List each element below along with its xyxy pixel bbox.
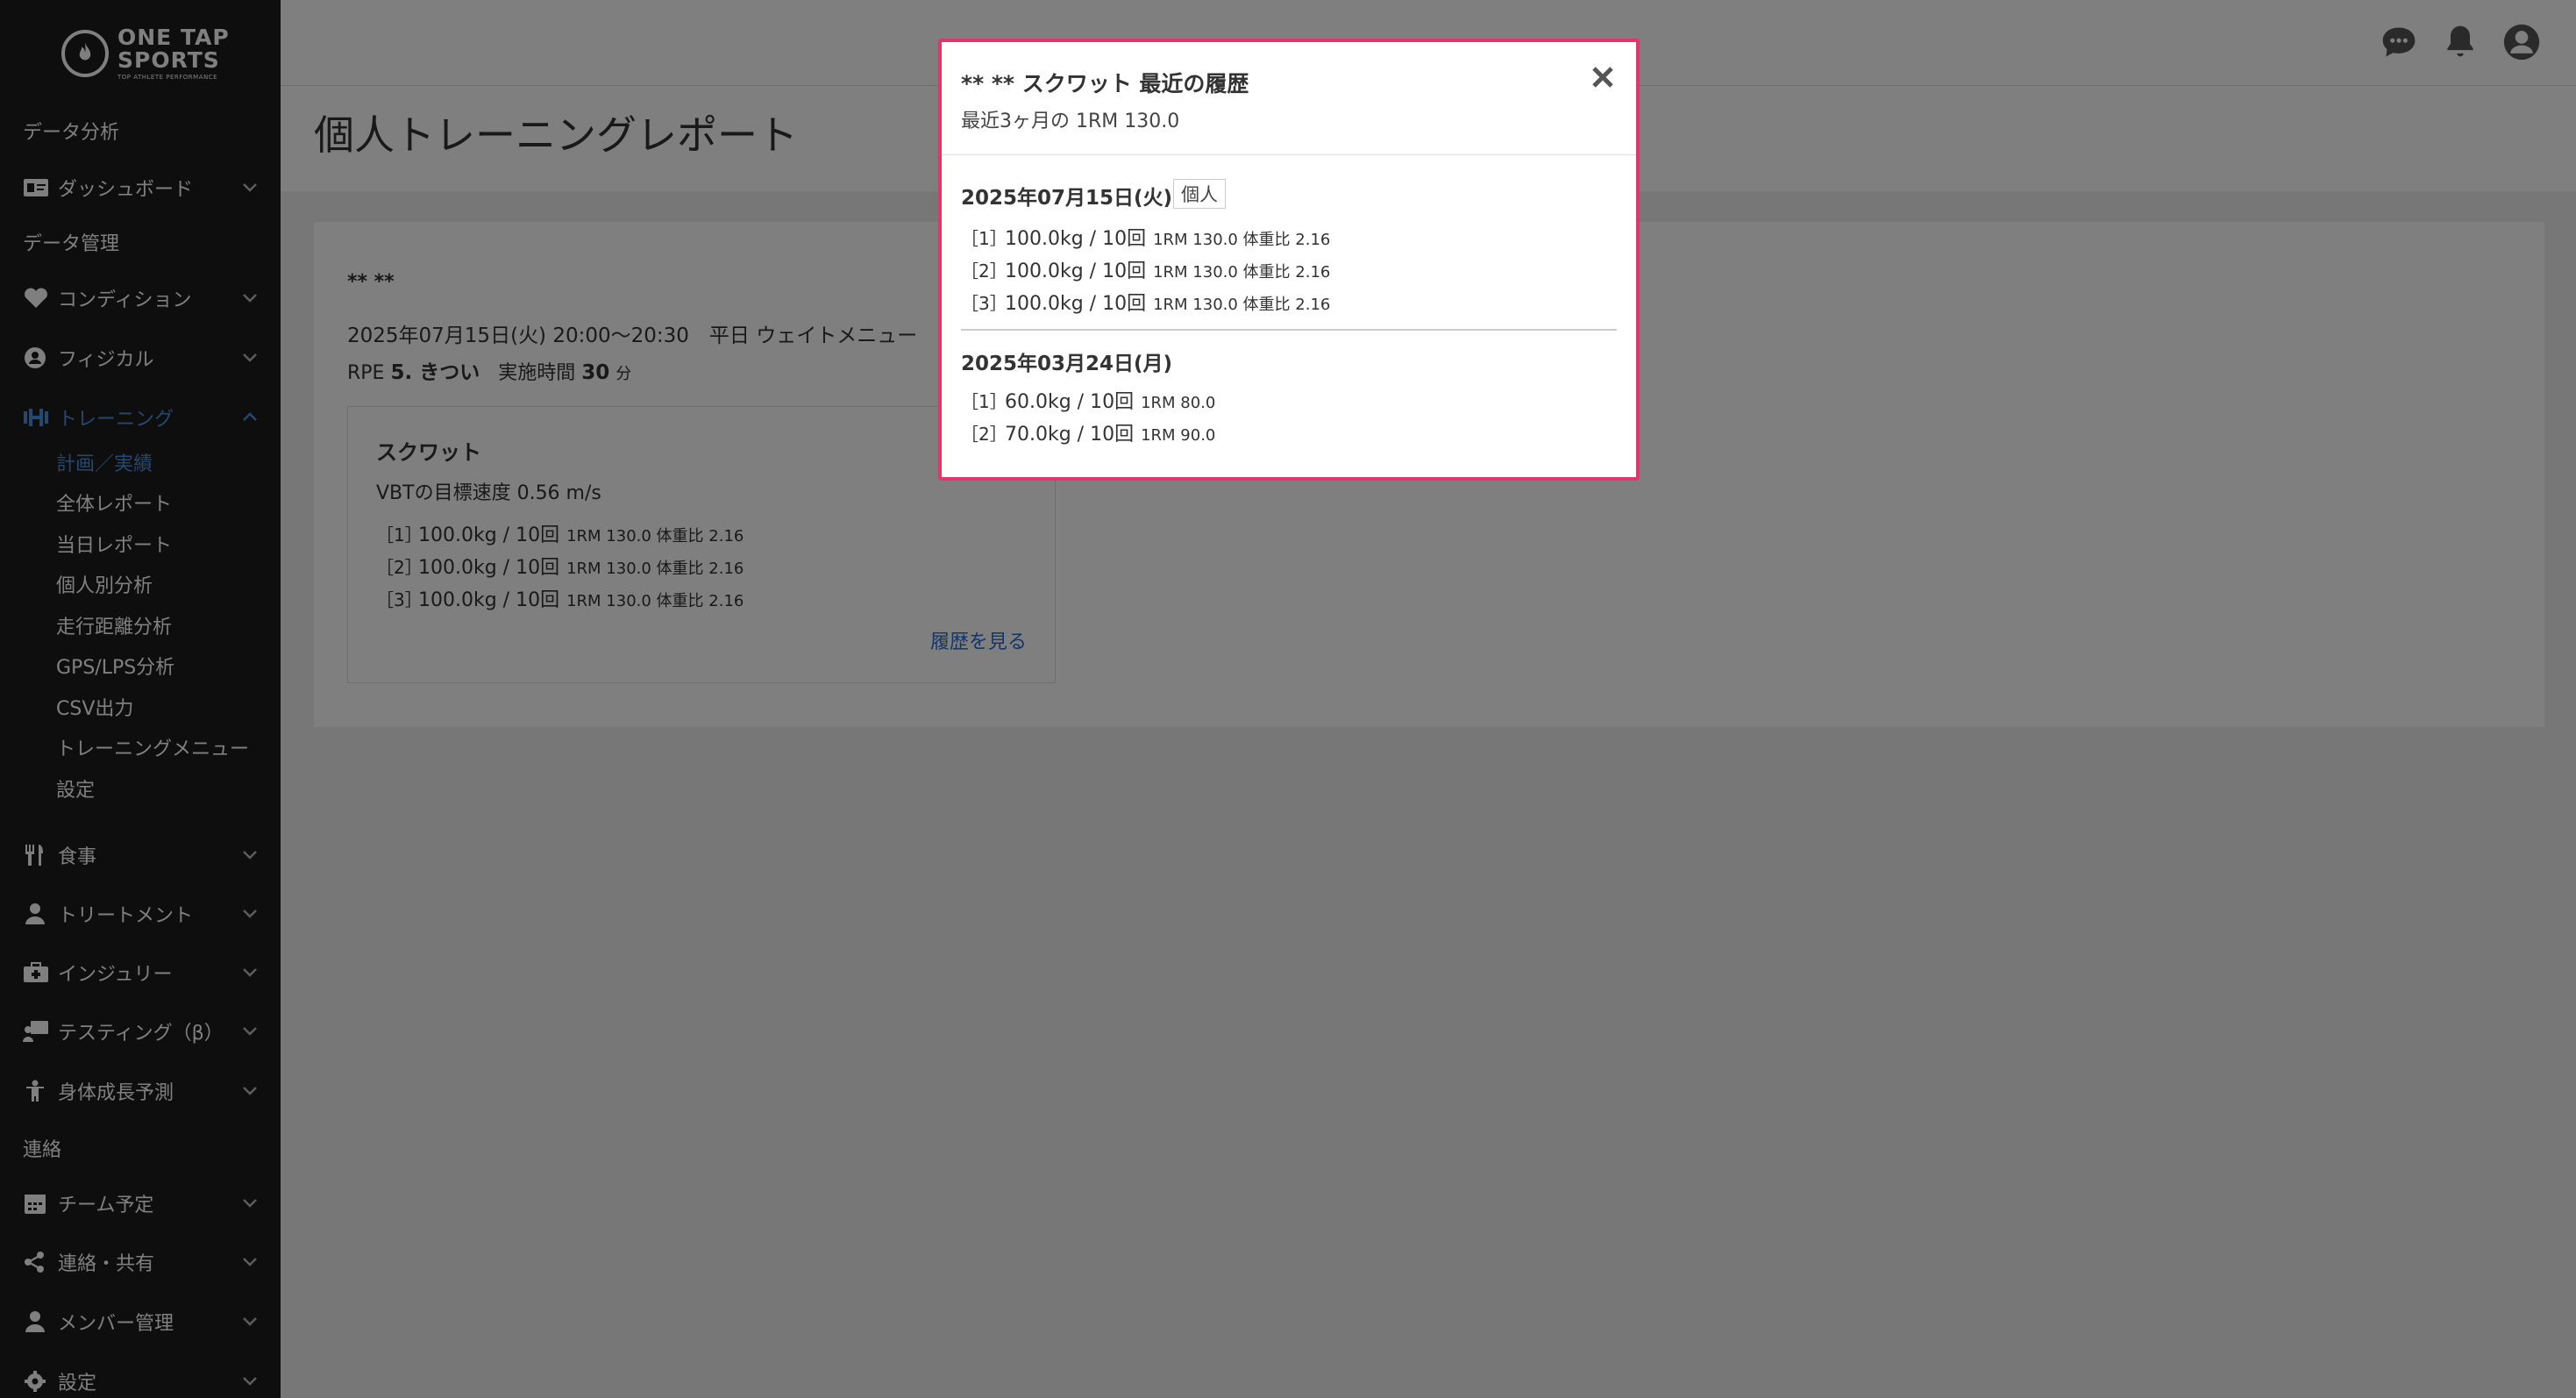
modal-divider bbox=[942, 154, 1636, 155]
set-meta: 1RM 130.0 体重比 2.16 bbox=[1153, 231, 1331, 249]
set-meta: 1RM 80.0 bbox=[1141, 394, 1216, 412]
set-meta: 1RM 130.0 体重比 2.16 bbox=[1153, 296, 1331, 314]
set-main: 100.0kg / 10回 bbox=[1005, 260, 1147, 282]
set-main: 60.0kg / 10回 bbox=[1005, 391, 1135, 413]
set-main: 100.0kg / 10回 bbox=[1005, 293, 1147, 315]
history-separator bbox=[961, 329, 1617, 331]
close-button[interactable] bbox=[1589, 63, 1617, 91]
set-meta: 1RM 130.0 体重比 2.16 bbox=[1153, 263, 1331, 282]
set-meta: 1RM 90.0 bbox=[1141, 426, 1216, 445]
set-index: ［1］ bbox=[961, 391, 1007, 412]
history-set-row: ［1］100.0kg / 10回 1RM 130.0 体重比 2.16 bbox=[961, 223, 1330, 251]
set-index: ［2］ bbox=[961, 424, 1007, 445]
history-set-row: ［1］60.0kg / 10回 1RM 80.0 bbox=[961, 386, 1215, 414]
history-modal: ** ** スクワット 最近の履歴 最近3ヶ月の 1RM 130.0 2025年… bbox=[938, 39, 1640, 481]
modal-title: ** ** スクワット 最近の履歴 bbox=[961, 71, 1249, 96]
history-set-row: ［2］70.0kg / 10回 1RM 90.0 bbox=[961, 418, 1215, 446]
set-index: ［3］ bbox=[961, 293, 1007, 314]
modal-subtitle: 最近3ヶ月の 1RM 130.0 bbox=[961, 111, 1180, 132]
close-icon bbox=[1592, 67, 1613, 88]
set-main: 100.0kg / 10回 bbox=[1005, 228, 1147, 250]
set-index: ［2］ bbox=[961, 260, 1007, 282]
set-index: ［1］ bbox=[961, 228, 1007, 249]
set-main: 70.0kg / 10回 bbox=[1005, 424, 1135, 446]
history-badge: 個人 bbox=[1173, 179, 1226, 209]
history-set-row: ［3］100.0kg / 10回 1RM 130.0 体重比 2.16 bbox=[961, 288, 1330, 316]
history-set-row: ［2］100.0kg / 10回 1RM 130.0 体重比 2.16 bbox=[961, 255, 1330, 283]
history-date: 2025年07月15日(火) bbox=[961, 187, 1173, 210]
history-date: 2025年03月24日(月) bbox=[961, 353, 1173, 375]
